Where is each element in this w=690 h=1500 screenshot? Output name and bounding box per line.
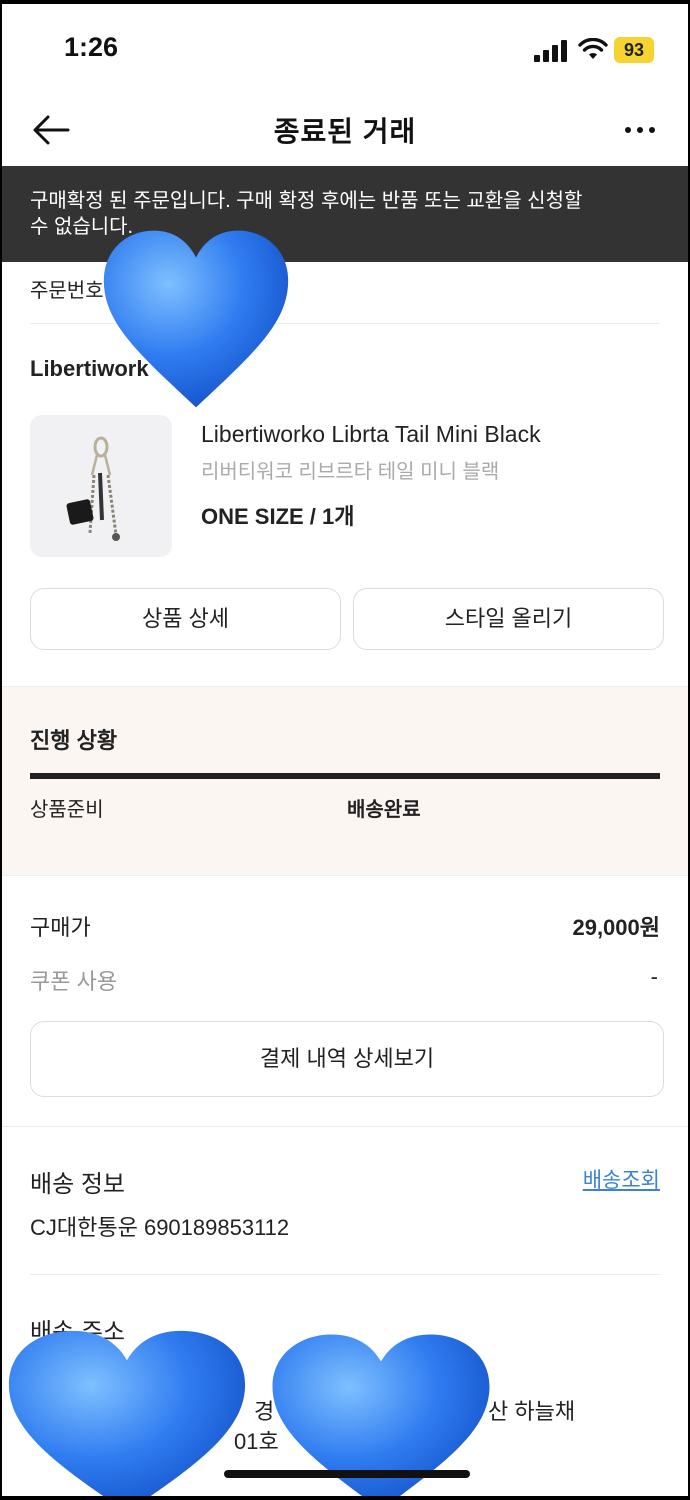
product-thumbnail[interactable]	[30, 415, 172, 557]
status-bar: 1:26 93	[2, 4, 688, 94]
order-number-label: 주문번호	[30, 280, 104, 302]
progress-title: 진행 상황	[30, 728, 118, 753]
blue-heart-sticker	[8, 1330, 246, 1496]
home-indicator	[224, 1470, 470, 1478]
payment-details-button[interactable]: 결제 내역 상세보기	[30, 1021, 664, 1097]
progress-step-preparing: 상품준비	[30, 799, 104, 821]
purchase-price-value: 29,000원	[572, 915, 660, 940]
shipping-info-title: 배송 정보	[30, 1171, 125, 1198]
blue-heart-sticker	[103, 230, 289, 408]
purchase-price-label: 구매가	[30, 915, 91, 940]
page-header: 종료된 거래	[2, 100, 688, 166]
address-line-1b: 산 하늘채	[488, 1399, 576, 1424]
progress-bar	[30, 773, 660, 779]
wifi-icon	[578, 38, 608, 59]
status-time: 1:26	[64, 32, 119, 62]
battery-indicator: 93	[614, 37, 654, 63]
section-divider	[30, 1274, 660, 1275]
product-name[interactable]: Libertiworko Librta Tail Mini Black	[201, 421, 541, 448]
coupon-label: 쿠폰 사용	[30, 969, 118, 994]
more-options-icon[interactable]	[622, 112, 658, 148]
progress-bar-fill	[30, 773, 660, 779]
signal-icon	[534, 40, 567, 62]
section-divider	[2, 1126, 688, 1127]
tracking-number: CJ대한통운 690189853112	[30, 1215, 290, 1240]
coupon-value: -	[650, 964, 658, 989]
page-title: 종료된 거래	[273, 116, 417, 147]
screen: 1:26 93 종료된 거래 구매확정 된 주문입니다. 구매 확정 후에는 반…	[0, 0, 690, 1500]
track-shipment-link[interactable]: 배송조회	[583, 1164, 660, 1194]
product-option: ONE SIZE / 1개	[201, 504, 355, 529]
post-style-button[interactable]: 스타일 올리기	[353, 588, 664, 650]
product-name-korean: 리버티워코 리브르타 테일 미니 블랙	[201, 461, 500, 483]
progress-step-delivered: 배송완료	[347, 799, 421, 821]
keychain-image	[66, 436, 120, 541]
progress-section: 진행 상황 상품준비 배송완료	[2, 686, 688, 876]
product-detail-button[interactable]: 상품 상세	[30, 588, 341, 650]
